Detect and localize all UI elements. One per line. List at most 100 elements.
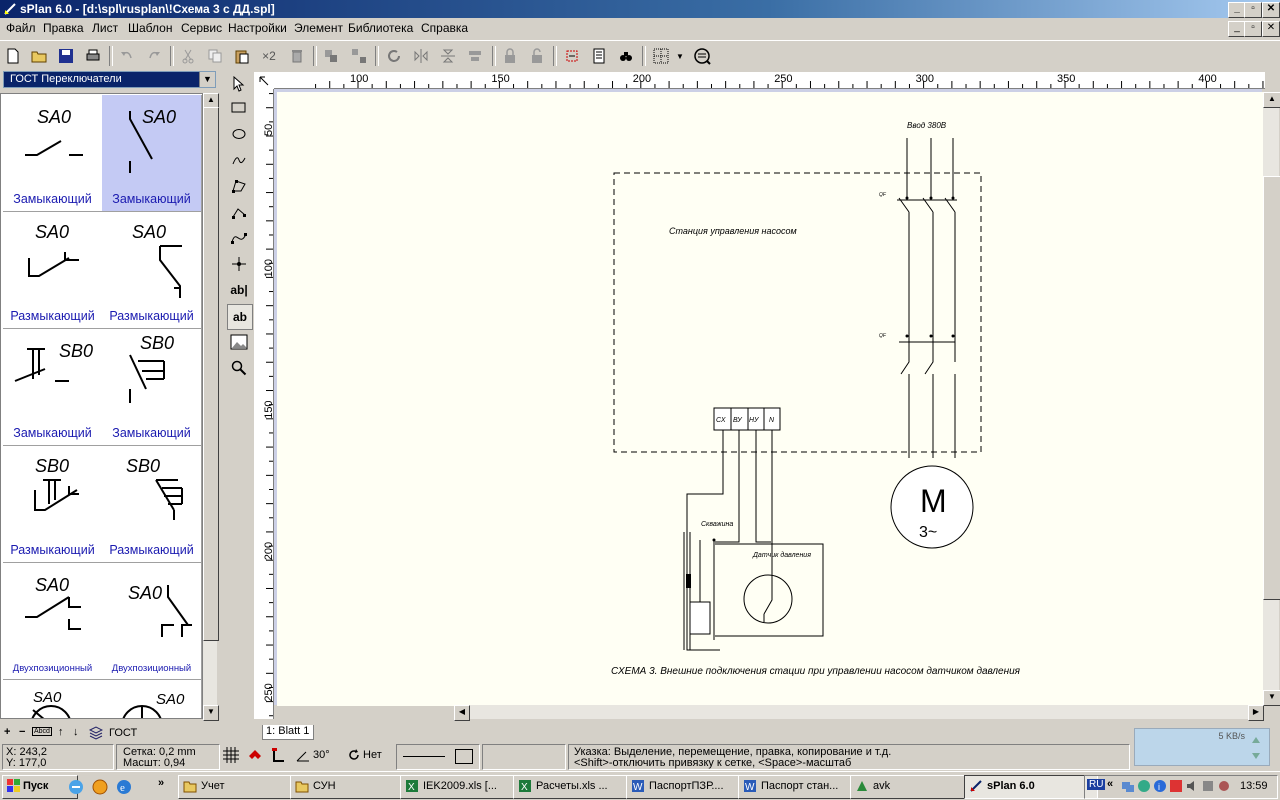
- group-icon[interactable]: [320, 45, 342, 67]
- volume-tray-icon[interactable]: [1185, 779, 1199, 793]
- menu-file[interactable]: Файл: [6, 21, 36, 35]
- tray-app-icon[interactable]: [1201, 779, 1215, 793]
- bezier-tool-icon[interactable]: [227, 226, 251, 250]
- cut-icon[interactable]: [177, 45, 199, 67]
- ellipse-tool-icon[interactable]: [227, 122, 251, 146]
- junction-tool-icon[interactable]: [227, 252, 251, 276]
- grid-icon[interactable]: [650, 45, 672, 67]
- snap-magnet-icon[interactable]: [246, 746, 264, 764]
- grid-dropdown-icon[interactable]: ▼: [674, 45, 686, 67]
- canvas-horizontal-scrollbar[interactable]: ◀ ▶: [454, 705, 1264, 721]
- ruler-origin[interactable]: [254, 72, 274, 89]
- undo-icon[interactable]: [116, 45, 138, 67]
- library-item-closing-switch[interactable]: SA0 Замыкающий: [3, 95, 103, 212]
- scroll-down-icon[interactable]: ▼: [1263, 690, 1280, 706]
- menu-template[interactable]: Шаблон: [128, 21, 172, 35]
- tab-sheet-1[interactable]: 1: Blatt 1: [262, 725, 314, 740]
- library-item-pushbutton-no-vertical[interactable]: SB0 Замыкающий: [102, 329, 202, 446]
- rotate-icon[interactable]: [383, 45, 405, 67]
- menu-edit[interactable]: Правка: [43, 21, 84, 35]
- rename-library-icon[interactable]: Abcd: [32, 727, 52, 736]
- library-select[interactable]: ГОСТ Переключатели ▼: [3, 71, 216, 88]
- grid-toggle-icon[interactable]: [222, 746, 240, 764]
- drawing-sheet[interactable]: Ввод 380В QF QF Станция управления насос…: [277, 92, 1265, 706]
- browser-quicklaunch-icon[interactable]: e: [116, 779, 132, 795]
- angle-value[interactable]: 30°: [313, 749, 330, 761]
- antivirus-tray-icon[interactable]: [1169, 779, 1183, 793]
- lock-icon[interactable]: [499, 45, 521, 67]
- find-icon[interactable]: [615, 45, 637, 67]
- freehand-tool-icon[interactable]: [227, 148, 251, 172]
- remove-library-icon[interactable]: −: [19, 726, 25, 738]
- menu-element[interactable]: Элемент: [294, 21, 343, 35]
- component-icon[interactable]: [561, 45, 583, 67]
- network-tray-icon[interactable]: [1121, 779, 1135, 793]
- polygon-tool-icon[interactable]: [227, 174, 251, 198]
- copy-icon[interactable]: [204, 45, 226, 67]
- move-up-icon[interactable]: ↑: [58, 726, 64, 738]
- line-style-field[interactable]: [396, 744, 480, 770]
- menu-sheet[interactable]: Лист: [92, 21, 118, 35]
- library-item-pushbutton-no[interactable]: SB0 Замыкающий: [3, 329, 103, 446]
- unlock-icon[interactable]: [526, 45, 548, 67]
- library-item-two-position-switch[interactable]: SA0 Двухпозиционный: [3, 563, 103, 680]
- save-icon[interactable]: [55, 45, 77, 67]
- doc-close-button[interactable]: ✕: [1262, 21, 1280, 37]
- scroll-left-icon[interactable]: ◀: [454, 705, 470, 721]
- scroll-up-icon[interactable]: ▲: [1263, 92, 1280, 108]
- mirror-v-icon[interactable]: [437, 45, 459, 67]
- app-quicklaunch-icon[interactable]: [92, 779, 108, 795]
- open-icon[interactable]: [28, 45, 50, 67]
- ortho-icon[interactable]: [270, 746, 288, 764]
- scroll-down-icon[interactable]: ▼: [203, 705, 219, 721]
- scroll-thumb[interactable]: [1263, 176, 1280, 600]
- library-item-rotary-switch-2[interactable]: SA0: [102, 680, 202, 718]
- move-down-icon[interactable]: ↓: [73, 726, 79, 738]
- sync-tray-icon[interactable]: [1137, 779, 1151, 793]
- language-indicator[interactable]: RU: [1087, 779, 1106, 790]
- library-item-pushbutton-nc[interactable]: SB0 Размыкающий: [3, 446, 103, 563]
- menu-help[interactable]: Справка: [421, 21, 468, 35]
- scroll-right-icon[interactable]: ▶: [1248, 705, 1264, 721]
- new-icon[interactable]: [2, 45, 24, 67]
- library-item-opening-switch[interactable]: SA0 Размыкающий: [3, 212, 103, 329]
- doc-restore-button[interactable]: ▫: [1244, 21, 1262, 37]
- library-item-pushbutton-nc-vertical[interactable]: SB0 Размыкающий: [102, 446, 202, 563]
- tray-expand-icon[interactable]: «: [1107, 778, 1113, 790]
- start-button[interactable]: Пуск: [2, 775, 78, 799]
- library-scrollbar[interactable]: ▲ ▼: [203, 93, 219, 721]
- text-frame-tool[interactable]: ab: [227, 304, 253, 330]
- magnifier-tool-icon[interactable]: [227, 356, 251, 380]
- parts-list-icon[interactable]: [588, 45, 610, 67]
- rectangle-tool-icon[interactable]: [227, 96, 251, 120]
- align-icon[interactable]: [464, 45, 486, 67]
- delete-icon[interactable]: [286, 45, 308, 67]
- library-item-two-position-switch-vertical[interactable]: SA0 Двухпозиционный: [102, 563, 202, 680]
- menu-service[interactable]: Сервис: [181, 21, 222, 35]
- pointer-tool-icon[interactable]: [227, 72, 251, 96]
- redo-icon[interactable]: [143, 45, 165, 67]
- quicklaunch-overflow[interactable]: »: [158, 777, 164, 789]
- duplicate-icon[interactable]: ×2: [258, 45, 280, 67]
- zoom-fit-icon[interactable]: [691, 45, 713, 67]
- close-button[interactable]: ✕: [1262, 2, 1280, 18]
- chevron-down-icon[interactable]: ▼: [199, 72, 215, 87]
- taskbar-item-splan[interactable]: sPlan 6.0: [964, 775, 1098, 799]
- ungroup-icon[interactable]: [348, 45, 370, 67]
- library-item-opening-switch-vertical[interactable]: SA0 Размыкающий: [102, 212, 202, 329]
- library-item-closing-switch-vertical[interactable]: SA0 Замыкающий: [102, 95, 202, 212]
- restore-button[interactable]: ▫: [1244, 2, 1262, 18]
- menu-settings[interactable]: Настройки: [228, 21, 287, 35]
- line-tool-icon[interactable]: [227, 200, 251, 224]
- library-item-rotary-switch[interactable]: SA0: [3, 680, 103, 718]
- clock[interactable]: 13:59: [1240, 780, 1268, 792]
- text-tool[interactable]: ab|: [227, 278, 251, 302]
- canvas-vertical-scrollbar[interactable]: ▲ ▼: [1263, 92, 1280, 706]
- tray-app-icon-2[interactable]: [1217, 779, 1231, 793]
- image-tool-icon[interactable]: [227, 330, 251, 354]
- ie-quicklaunch-icon[interactable]: [68, 779, 84, 795]
- scroll-thumb[interactable]: [203, 107, 219, 641]
- menu-library[interactable]: Библиотека: [348, 21, 413, 35]
- add-library-icon[interactable]: +: [4, 726, 10, 738]
- mirror-h-icon[interactable]: [410, 45, 432, 67]
